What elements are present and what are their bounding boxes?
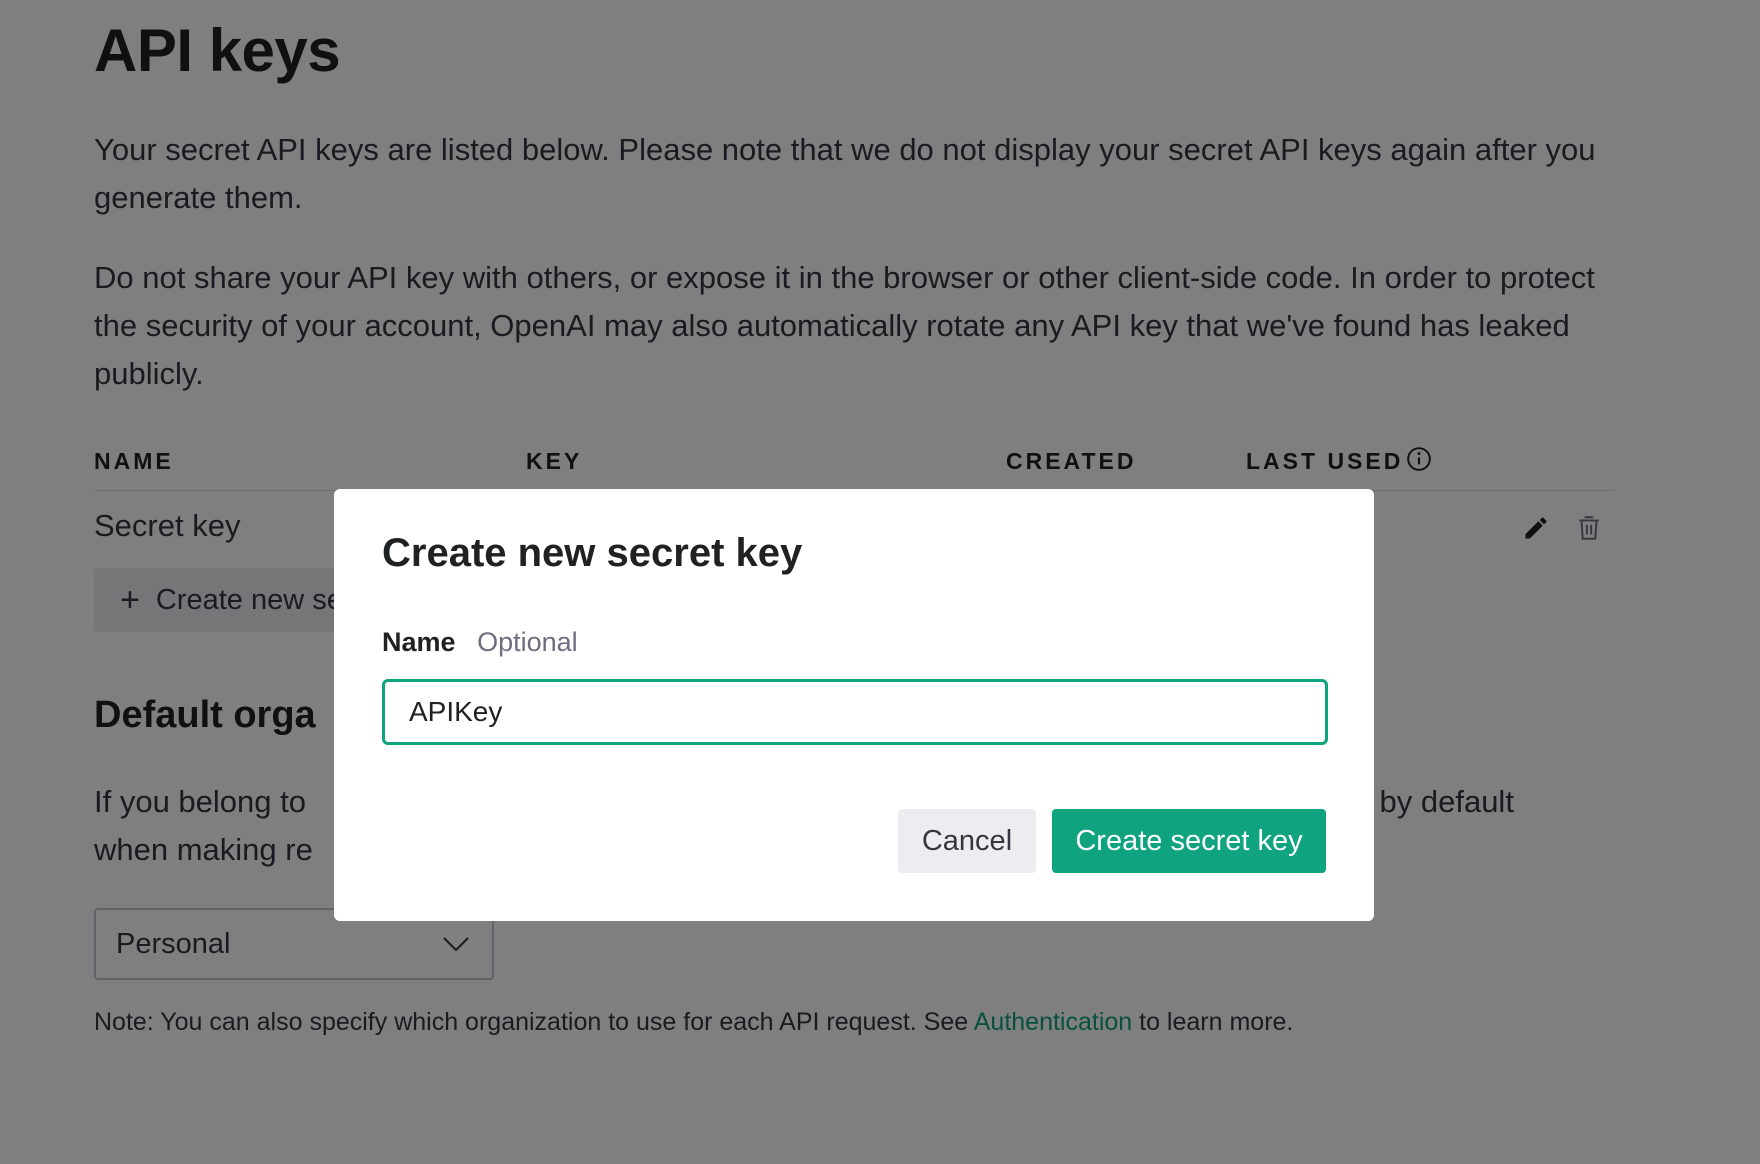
key-name-input[interactable] — [382, 679, 1328, 745]
dialog-title: Create new secret key — [382, 531, 803, 575]
create-key-dialog: Create new secret key Name Optional Canc… — [334, 489, 1374, 921]
create-secret-key-button[interactable]: Create secret key — [1052, 809, 1326, 873]
cancel-button[interactable]: Cancel — [898, 809, 1036, 873]
name-field-label: Name Optional — [382, 627, 578, 658]
optional-label: Optional — [477, 627, 578, 657]
name-label: Name — [382, 627, 456, 657]
